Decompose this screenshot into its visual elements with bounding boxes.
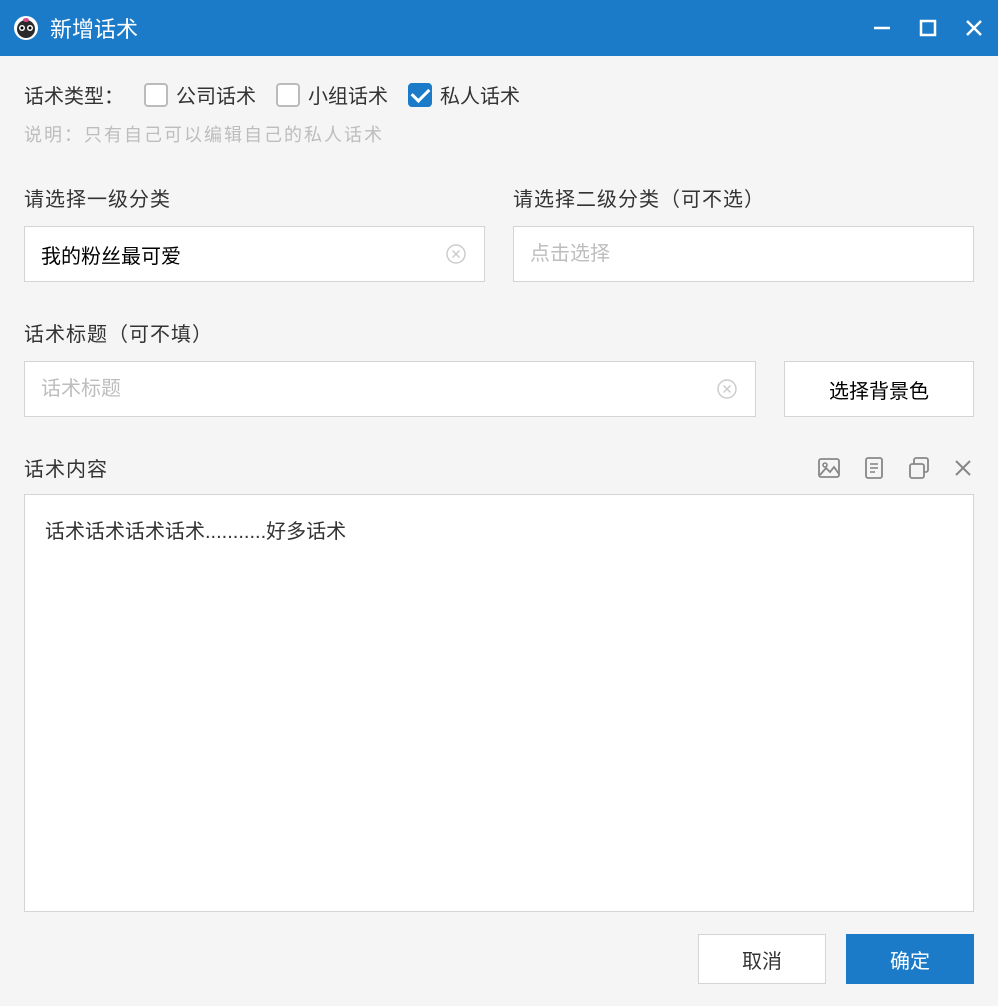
script-content-editor[interactable] bbox=[24, 494, 974, 912]
company-script-label: 公司话术 bbox=[176, 80, 256, 109]
maximize-button[interactable] bbox=[916, 16, 940, 40]
company-script-checkbox[interactable] bbox=[144, 83, 168, 107]
script-title-box[interactable] bbox=[24, 361, 756, 417]
ok-button[interactable]: 确定 bbox=[846, 934, 974, 984]
script-title-clear-icon[interactable] bbox=[715, 377, 739, 401]
secondary-category-label: 请选择二级分类（可不选） bbox=[513, 183, 974, 212]
script-content-label: 话术内容 bbox=[24, 453, 108, 482]
image-icon[interactable] bbox=[816, 455, 842, 481]
dialog-footer: 取消 确定 bbox=[0, 912, 998, 1006]
choose-bgcolor-label: 选择背景色 bbox=[829, 375, 929, 404]
minimize-button[interactable] bbox=[870, 16, 894, 40]
primary-category-label: 请选择一级分类 bbox=[24, 183, 485, 212]
cancel-button-label: 取消 bbox=[742, 945, 782, 974]
script-title-label: 话术标题（可不填） bbox=[24, 318, 756, 347]
close-button[interactable] bbox=[962, 16, 986, 40]
group-script-checkbox[interactable] bbox=[276, 83, 300, 107]
private-script-label: 私人话术 bbox=[440, 80, 520, 109]
type-hint: 说明：只有自己可以编辑自己的私人话术 bbox=[24, 121, 974, 147]
titlebar: 新增话术 bbox=[0, 0, 998, 56]
secondary-category-input[interactable] bbox=[530, 243, 957, 266]
copy-icon[interactable] bbox=[906, 455, 932, 481]
app-icon bbox=[12, 14, 40, 42]
group-script-label: 小组话术 bbox=[308, 80, 388, 109]
private-script-checkbox[interactable] bbox=[408, 83, 432, 107]
cancel-button[interactable]: 取消 bbox=[698, 934, 826, 984]
script-title-input[interactable] bbox=[41, 378, 715, 401]
choose-bgcolor-button[interactable]: 选择背景色 bbox=[784, 361, 974, 417]
script-type-label: 话术类型： bbox=[24, 80, 124, 109]
ok-button-label: 确定 bbox=[890, 945, 930, 974]
delete-icon[interactable] bbox=[952, 457, 974, 479]
window-title: 新增话术 bbox=[50, 12, 870, 44]
script-type-row: 话术类型： 公司话术 小组话术 私人话术 bbox=[24, 80, 974, 109]
secondary-category-select[interactable] bbox=[513, 226, 974, 282]
primary-category-clear-icon[interactable] bbox=[444, 242, 468, 266]
document-icon[interactable] bbox=[862, 455, 886, 481]
primary-category-input[interactable] bbox=[41, 243, 444, 266]
primary-category-select[interactable] bbox=[24, 226, 485, 282]
